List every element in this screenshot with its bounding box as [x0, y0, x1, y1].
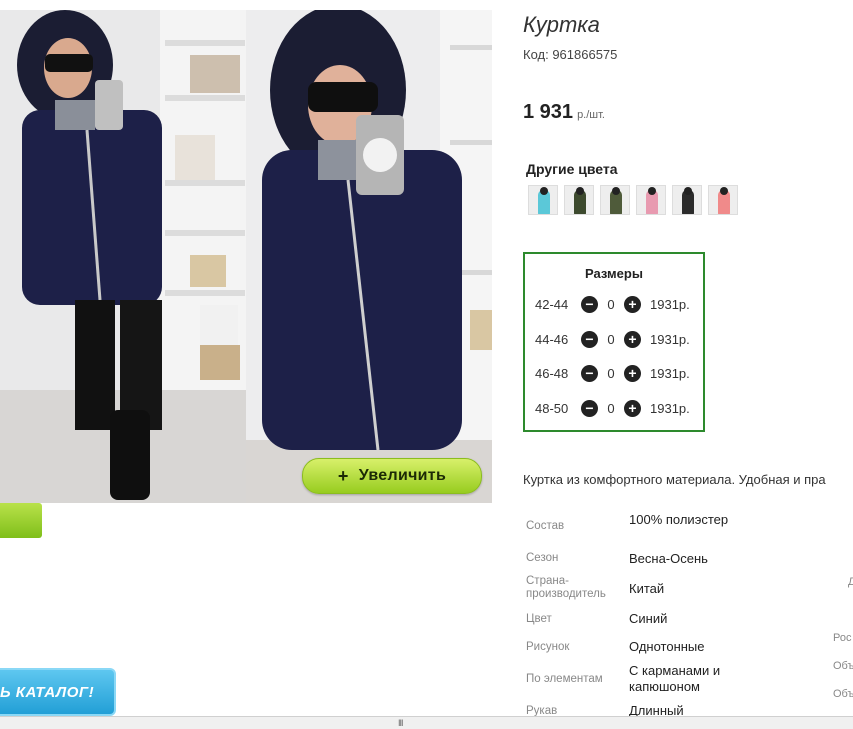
product-title: Куртка: [523, 12, 600, 37]
price-value: 1 931: [523, 101, 574, 123]
minus-icon[interactable]: −: [581, 399, 598, 417]
spec-key: Сезон: [526, 552, 559, 564]
size-label: 44-46: [535, 331, 569, 347]
color-swatches: [528, 185, 738, 215]
minus-icon[interactable]: −: [581, 364, 598, 382]
color-swatch[interactable]: [708, 185, 738, 215]
spec-value: 100% полиэстер: [629, 512, 729, 527]
minus-icon[interactable]: −: [581, 295, 598, 313]
catalog-button[interactable]: Ь КАТАЛОГ!: [0, 668, 116, 716]
spec-value: Синий: [629, 611, 668, 626]
size-price: 1931р.: [650, 365, 690, 381]
size-qty: 0: [607, 331, 615, 347]
swatch-head: [540, 187, 548, 195]
spec-value: Однотонные: [629, 639, 705, 654]
spec-key: Состав: [526, 520, 565, 532]
sizes-panel: Размеры 42-44 − 0 + 1931р. 44-46 − 0 + 1…: [523, 252, 705, 432]
spec-value: С карманами и капюшоном: [629, 663, 721, 694]
color-swatch[interactable]: [636, 185, 666, 215]
zoom-button[interactable]: + Увеличить: [302, 458, 482, 494]
size-label: 48-50: [535, 400, 569, 416]
horizontal-scrollbar[interactable]: III: [0, 716, 853, 729]
zoom-label: Увеличить: [358, 467, 447, 484]
product-description: Куртка из комфортного материала. Удобная…: [523, 472, 826, 487]
right-edge-label: Объ: [833, 688, 853, 700]
product-price: 1 931 р./шт.: [523, 101, 605, 124]
spec-value: Китай: [629, 581, 665, 596]
plus-icon[interactable]: +: [624, 330, 641, 348]
product-gallery[interactable]: + Увеличить: [0, 0, 495, 503]
swatch-head: [684, 187, 692, 195]
price-unit: р./шт.: [577, 109, 605, 121]
spec-key: Рисунок: [526, 641, 570, 653]
size-qty: 0: [607, 365, 615, 381]
spec-value: Весна-Осень: [629, 551, 708, 566]
minus-icon[interactable]: −: [581, 330, 598, 348]
size-price: 1931р.: [650, 296, 690, 312]
right-edge-label: Д: [848, 576, 853, 588]
plus-icon: +: [337, 465, 349, 486]
plus-icon[interactable]: +: [624, 364, 641, 382]
product-photo[interactable]: [0, 10, 492, 503]
spec-key: По элементам: [526, 673, 603, 685]
size-price: 1931р.: [650, 400, 690, 416]
size-row: 42-44 − 0 + 1931р.: [535, 294, 690, 314]
swatch-head: [612, 187, 620, 195]
swatch-head: [720, 187, 728, 195]
right-edge-label: Объ: [833, 660, 853, 672]
plus-icon[interactable]: +: [624, 295, 641, 313]
color-swatch[interactable]: [600, 185, 630, 215]
size-qty: 0: [607, 400, 615, 416]
swatch-head: [648, 187, 656, 195]
sizes-title: Размеры: [585, 266, 643, 281]
color-swatch[interactable]: [672, 185, 702, 215]
size-label: 46-48: [535, 365, 569, 381]
plus-icon[interactable]: +: [624, 399, 641, 417]
spec-key: Страна-производитель: [526, 575, 606, 600]
size-row: 46-48 − 0 + 1931р.: [535, 363, 690, 383]
size-price: 1931р.: [650, 331, 690, 347]
product-code: Код: 961866575: [523, 47, 618, 62]
spec-key: Цвет: [526, 613, 552, 625]
size-row: 48-50 − 0 + 1931р.: [535, 398, 690, 418]
right-edge-label: Рос: [833, 632, 852, 644]
size-row: 44-46 − 0 + 1931р.: [535, 329, 690, 349]
size-label: 42-44: [535, 296, 569, 312]
color-swatch[interactable]: [528, 185, 558, 215]
color-swatch[interactable]: [564, 185, 594, 215]
side-green-tab[interactable]: [0, 503, 42, 538]
size-qty: 0: [607, 296, 615, 312]
scroll-grip-icon[interactable]: III: [398, 718, 403, 728]
other-colors-title: Другие цвета: [526, 161, 618, 177]
swatch-head: [576, 187, 584, 195]
